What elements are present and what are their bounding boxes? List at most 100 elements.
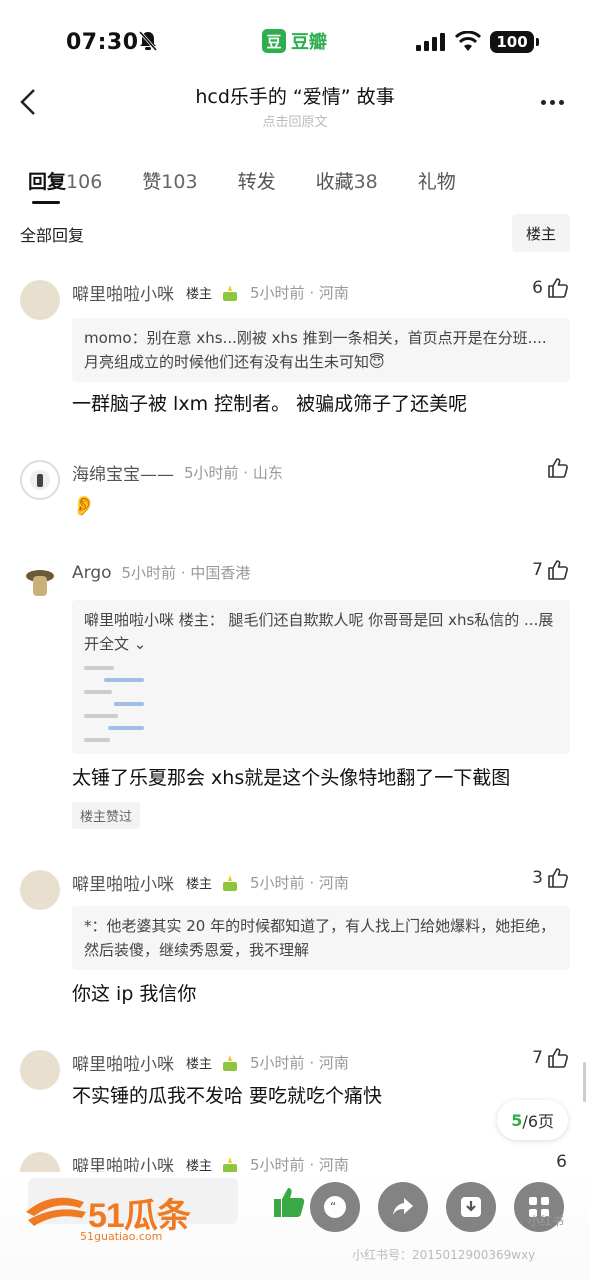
all-replies-label: 全部回复	[20, 226, 85, 245]
cake-badge-icon	[223, 1156, 238, 1172]
like-count: 3	[532, 868, 543, 888]
like-button[interactable]	[543, 456, 570, 480]
quoted-reply[interactable]: momo：别在意 xhs...刚被 xhs 推到一条相关，首页点开是在分班...…	[72, 318, 570, 382]
like-button[interactable]: 6	[556, 1152, 570, 1172]
quoted-reply-text: 噼里啪啦小咪 楼主： 腿毛们还自欺欺人呢 你哥哥是回 xhs私信的 ...展开全…	[84, 611, 554, 653]
avatar[interactable]	[20, 460, 60, 500]
comment-meta: 海绵宝宝—— 5小时前 · 山东	[72, 460, 283, 485]
like-button[interactable]: 3	[532, 866, 570, 890]
comment-button[interactable]: “	[310, 1182, 360, 1232]
cake-badge-icon	[223, 874, 238, 891]
status-bar: 07:30 豆 豆瓣 100	[0, 0, 590, 70]
like-count: 6	[532, 278, 543, 298]
share-arrow-icon	[393, 1198, 413, 1215]
douban-app-name: 豆瓣	[291, 32, 327, 53]
thumbs-up-icon	[548, 458, 568, 478]
total-pages: /6页	[522, 1112, 554, 1131]
post-title: hcd乐手的 “爱情” 故事	[195, 86, 395, 108]
comment-meta: 噼里啪啦小咪 楼主 5小时前 · 河南	[72, 1152, 349, 1172]
avatar[interactable]	[20, 870, 60, 910]
mute-bell-icon	[138, 31, 158, 51]
title-block[interactable]: hcd乐手的 “爱情” 故事 点击回原文	[120, 82, 470, 130]
page-indicator[interactable]: 5 /6页	[497, 1100, 568, 1140]
avatar-figure-icon	[30, 470, 50, 490]
scroll-indicator[interactable]	[583, 1062, 586, 1102]
avatar[interactable]	[20, 1152, 60, 1172]
comment-time-location: 5小时前 · 河南	[250, 874, 349, 892]
op-only-filter-button[interactable]: 楼主	[511, 214, 570, 252]
like-count: 7	[532, 560, 543, 580]
bottom-action-bar: 51瓜条 51guatiao.com “ 小红书 小红书号：2015012900…	[0, 1172, 590, 1280]
tab-bar: 回复106 赞103 转发 收藏38 礼物	[28, 160, 496, 204]
avatar[interactable]	[20, 280, 60, 320]
avatar[interactable]	[20, 1050, 60, 1090]
comment-meta: 噼里啪啦小咪 楼主 5小时前 · 河南	[72, 1050, 349, 1075]
avatar[interactable]	[20, 562, 60, 602]
comment-meta: 噼里啪啦小咪 楼主 5小时前 · 河南	[72, 280, 349, 305]
like-button[interactable]: 7	[532, 558, 570, 582]
back-to-original-link[interactable]: 点击回原文	[120, 111, 470, 130]
battery-indicator: 100	[490, 31, 539, 53]
avatar-character-icon	[26, 570, 54, 596]
tab-collections[interactable]: 收藏38	[316, 167, 378, 194]
comment-text: 你这 ip 我信你	[72, 983, 197, 1005]
share-button[interactable]	[378, 1182, 428, 1232]
comment-time-location: 5小时前 · 中国香港	[121, 564, 251, 582]
comment-time-location: 5小时前 · 河南	[250, 284, 349, 302]
screenshot-thumbnail[interactable]	[84, 664, 144, 746]
comment-meta: Argo 5小时前 · 中国香港	[72, 562, 250, 583]
wifi-icon	[455, 31, 481, 51]
download-icon	[461, 1197, 481, 1217]
quoted-reply[interactable]: 噼里啪啦小咪 楼主： 腿毛们还自欺欺人呢 你哥哥是回 xhs私信的 ...展开全…	[72, 600, 570, 754]
bottom-like-icon[interactable]	[272, 1186, 306, 1218]
op-tag: 楼主	[186, 287, 213, 302]
comment-text: 太锤了乐夏那会 xhs就是这个头像特地翻了一下截图	[72, 767, 511, 789]
back-arrow-icon[interactable]	[14, 84, 44, 120]
quoted-reply[interactable]: *：他老婆其实 20 年的时候都知道了，有人找上门给她爆料，她拒绝，然后装傻，继…	[72, 906, 570, 970]
comment-meta: 噼里啪啦小咪 楼主 5小时前 · 河南	[72, 870, 349, 895]
save-button[interactable]	[446, 1182, 496, 1232]
current-page: 5	[511, 1110, 523, 1130]
commenter-name[interactable]: Argo	[72, 563, 112, 583]
post-header: hcd乐手的 “爱情” 故事 点击回原文	[0, 72, 590, 132]
op-tag: 楼主	[186, 877, 213, 892]
more-options-icon[interactable]	[541, 100, 564, 105]
comment-text: 不实锤的瓜我不发哈 要吃就吃个痛快	[72, 1085, 383, 1107]
thumbs-up-icon	[548, 278, 568, 298]
commenter-name[interactable]: 噼里啪啦小咪	[72, 280, 174, 305]
tab-reposts[interactable]: 转发	[238, 167, 276, 194]
thumbs-up-icon	[548, 560, 568, 580]
thumbs-up-icon	[548, 868, 568, 888]
comment-time-location: 5小时前 · 河南	[250, 1054, 349, 1072]
comment-time-location: 5小时前 · 河南	[250, 1156, 349, 1172]
douban-brand: 豆 豆瓣	[262, 28, 327, 54]
like-button[interactable]: 6	[532, 276, 570, 300]
thumbs-up-icon	[548, 1048, 568, 1068]
commenter-name[interactable]: 噼里啪啦小咪	[72, 1050, 174, 1075]
like-button[interactable]: 7	[532, 1046, 570, 1070]
op-tag: 楼主	[186, 1159, 213, 1172]
comment-item: 噼里啪啦小咪 楼主 5小时前 · 河南 6	[0, 1152, 590, 1172]
comment-text: 一群脑子被 lxm 控制者。 被骗成筛子了还美呢	[72, 393, 468, 415]
comment-time-location: 5小时前 · 山东	[184, 464, 283, 482]
cellular-signal-icon	[416, 33, 445, 51]
like-count: 7	[532, 1048, 543, 1068]
tab-replies[interactable]: 回复106	[28, 167, 102, 204]
commenter-name[interactable]: 噼里啪啦小咪	[72, 870, 174, 895]
commenter-name[interactable]: 噼里啪啦小咪	[72, 1152, 174, 1172]
comment-bubble-icon: “	[324, 1196, 346, 1218]
cake-badge-icon	[223, 1054, 238, 1071]
svg-text:“: “	[330, 1200, 336, 1214]
douban-logo-icon: 豆	[262, 29, 286, 53]
cake-badge-icon	[223, 284, 238, 301]
tab-likes[interactable]: 赞103	[142, 167, 197, 194]
op-liked-chip: 楼主赞过	[72, 802, 141, 829]
watermark-url: 51guatiao.com	[80, 1230, 163, 1243]
commenter-name[interactable]: 海绵宝宝——	[72, 460, 174, 485]
comment-text: 👂	[72, 495, 96, 517]
status-time: 07:30	[66, 30, 139, 55]
replies-subheader: 全部回复 楼主	[20, 214, 570, 252]
like-count: 6	[556, 1152, 567, 1172]
tab-gifts[interactable]: 礼物	[418, 167, 456, 194]
op-tag: 楼主	[186, 1057, 213, 1072]
